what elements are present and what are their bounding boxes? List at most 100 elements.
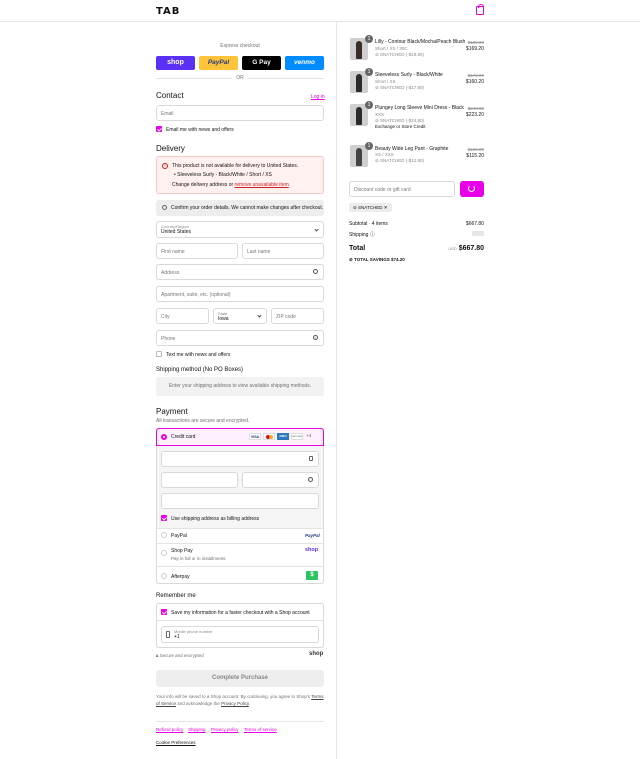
venmo-express-button[interactable]: venmo [285, 56, 324, 70]
product-note: Exchange or Store Credit [375, 124, 426, 129]
login-link[interactable]: Log in [311, 94, 325, 100]
paypal-label: PayPal [171, 533, 187, 539]
afterpay-radio[interactable] [161, 573, 167, 579]
help-icon[interactable]: ? [313, 335, 318, 340]
product-old-price: $189.00 [467, 40, 484, 45]
amex-icon: AMEX [277, 433, 289, 440]
email-news-label: Email me with news and offers [166, 127, 234, 133]
total-amount: USD $667.80 [448, 245, 484, 252]
divider [157, 528, 323, 529]
shipping-method-heading: Shipping method (No PO Boxes) [156, 367, 244, 373]
refund-policy-link[interactable]: Refund policy [156, 727, 183, 732]
address-placeholder: Address [161, 270, 180, 276]
shop-pay-radio[interactable] [161, 550, 167, 556]
total-label: Total [349, 245, 366, 252]
address-input[interactable]: Address [156, 264, 324, 280]
country-select[interactable]: Country/Region United States [156, 221, 324, 238]
apply-discount-button[interactable] [460, 181, 484, 197]
expiration-date-input[interactable] [161, 472, 238, 488]
city-input[interactable]: City [156, 308, 209, 324]
terms-of-service-footer-link[interactable]: Terms of service [244, 727, 277, 732]
divider [157, 566, 323, 567]
quantity-badge: 1 [365, 68, 373, 76]
discover-icon: DISCOVER [291, 433, 303, 440]
state-select[interactable]: State Iowa [213, 308, 267, 324]
product-discount: ⊘ SNATCHED (-$18.90) [375, 52, 424, 57]
brand-logo[interactable]: TAB [156, 6, 180, 17]
privacy-policy-link[interactable]: Privacy Policy [221, 701, 249, 706]
shop-pay-label: Shop Pay [171, 548, 193, 554]
country-value: United States [161, 229, 192, 235]
billing-address-checkbox[interactable] [161, 515, 167, 521]
applied-code: SNATCHED [358, 205, 383, 210]
payment-heading: Payment [156, 407, 188, 416]
product-title: Lilly - Contour Black/Mocha/Peach Blush [375, 39, 466, 45]
shopping-bag-icon[interactable] [476, 4, 484, 15]
phone-icon [166, 631, 170, 638]
afterpay-label: Afterpay [171, 574, 190, 580]
mobile-phone-input[interactable]: Mobile phone number +1 [161, 626, 319, 643]
product-old-price: $128.00 [467, 147, 484, 152]
email-input[interactable]: Email [156, 105, 324, 121]
product-discount: ⊘ SNATCHED (-$17.80) [375, 85, 424, 90]
name-on-card-input[interactable] [161, 493, 319, 509]
product-old-price: $248.00 [467, 106, 484, 111]
subtotal-value: $667.80 [465, 221, 484, 227]
paypal-radio[interactable] [161, 532, 167, 538]
divider [248, 78, 324, 79]
or-separator: OR [236, 75, 244, 81]
product-variant: Short / XS / 30C [375, 46, 408, 51]
shipping-policy-link[interactable]: Shipping [188, 727, 206, 732]
help-icon[interactable] [308, 477, 313, 482]
remove-discount-icon[interactable]: ✕ [384, 205, 388, 210]
shop-pay-logo: shop [305, 547, 319, 553]
credit-card-label: Credit card [171, 434, 196, 440]
product-price: $223.20 [465, 112, 484, 118]
text-news-checkbox[interactable] [156, 351, 162, 357]
discount-code-input[interactable]: Discount code or gift card [349, 181, 455, 197]
save-info-label: Save my information for a faster checkou… [171, 610, 310, 616]
order-summary-panel [336, 22, 640, 759]
google-pay-express-button[interactable]: G Pay [242, 56, 281, 70]
delivery-error-banner: ! This product is not available for deli… [156, 156, 324, 194]
last-name-input[interactable]: Last name [242, 243, 324, 259]
discount-text: SNATCHED (-$24.80) [380, 118, 424, 123]
product-title: Plungey Long Sleeve Mini Dress - Black [375, 105, 464, 111]
product-discount: ⊘ SNATCHED (-$12.80) [375, 158, 424, 163]
legal-prefix: Your info will be saved to a Shop accoun… [156, 694, 311, 699]
cookie-preferences-link[interactable]: Cookie Preferences [156, 740, 196, 745]
remove-unavailable-item-link[interactable]: remove unavailable item [235, 182, 289, 188]
secure-text: Secure and encrypted [159, 653, 204, 658]
error-title: This product is not available for delive… [172, 163, 299, 169]
credit-card-radio[interactable] [161, 434, 167, 440]
discount-text: SNATCHED (-$18.90) [380, 52, 424, 57]
complete-purchase-button[interactable]: Complete Purchase [156, 670, 324, 687]
zip-input[interactable]: ZIP code [271, 308, 324, 324]
security-code-input[interactable] [242, 472, 319, 488]
email-news-checkbox[interactable] [156, 126, 162, 132]
phone-input[interactable]: Phone ? [156, 330, 324, 346]
save-info-checkbox[interactable] [161, 609, 167, 615]
shop-pay-express-button[interactable]: shop [156, 56, 195, 70]
total-value: $667.80 [458, 245, 484, 252]
payment-subtitle: All transactions are secure and encrypte… [156, 418, 250, 424]
first-name-input[interactable]: First name [156, 243, 238, 259]
card-number-input[interactable] [161, 451, 319, 467]
discount-text: SNATCHED (-$17.80) [380, 85, 424, 90]
product-variant: XXS [375, 112, 385, 117]
total-currency: USD [448, 246, 457, 251]
privacy-policy-footer-link[interactable]: Privacy policy [211, 727, 239, 732]
error-action-prefix: Change delivery address or [172, 182, 234, 188]
afterpay-icon: $ [306, 571, 318, 580]
discount-text: SNATCHED (-$12.80) [380, 158, 424, 163]
confirm-notice: Confirm your order details. We cannot ma… [156, 200, 324, 216]
info-icon [162, 205, 167, 210]
shop-logo: shop [309, 651, 324, 657]
total-savings: ⊘ TOTAL SAVINGS $74.20 [349, 257, 405, 262]
search-icon [313, 269, 318, 274]
apartment-input[interactable]: Apartment, suite, etc. (optional) [156, 286, 324, 302]
divider [156, 78, 232, 79]
paypal-express-button[interactable]: PayPal [199, 56, 238, 70]
spinner-icon [468, 185, 475, 192]
error-item: • Sleeveless Surly - Black/White / Short… [174, 172, 272, 178]
